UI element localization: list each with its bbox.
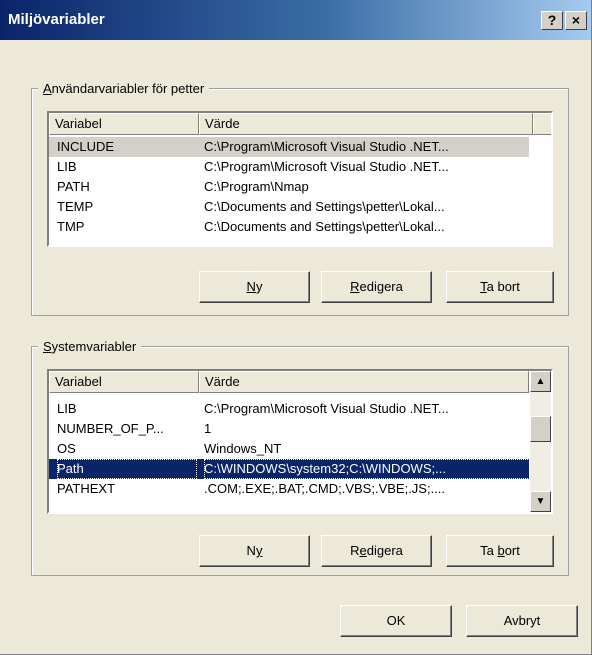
- list-item-selected[interactable]: Path C:\WINDOWS\system32;C:\WINDOWS;...: [49, 459, 534, 479]
- help-button[interactable]: ?: [541, 11, 563, 30]
- user-variables-list[interactable]: Variabel Värde INCLUDE C:\Program\Microso…: [47, 111, 553, 247]
- list-item[interactable]: OS Windows_NT: [49, 439, 529, 459]
- system-variables-legend: Systemvariabler: [38, 338, 142, 355]
- list-item[interactable]: NUMBER_OF_P... 1: [49, 419, 529, 439]
- column-header-variable[interactable]: Variabel: [49, 371, 199, 393]
- column-header-value[interactable]: Värde: [199, 113, 533, 135]
- close-button[interactable]: ×: [565, 11, 587, 30]
- ok-button[interactable]: OK: [340, 605, 452, 637]
- environment-variables-dialog: Miljövariabler ? × Användarvariabler för…: [0, 0, 592, 655]
- close-icon: ×: [571, 12, 581, 28]
- system-delete-button[interactable]: Ta bort: [446, 535, 554, 567]
- arrow-down-icon: ▼: [535, 496, 546, 507]
- list-item[interactable]: LIB C:\Program\Microsoft Visual Studio .N…: [49, 157, 529, 177]
- column-header-variable[interactable]: Variabel: [49, 113, 199, 135]
- list-item[interactable]: PATH C:\Program\Nmap: [49, 177, 529, 197]
- window-title: Miljövariabler: [8, 11, 105, 28]
- title-bar[interactable]: Miljövariabler ? ×: [0, 0, 591, 40]
- column-header-filler: [533, 113, 551, 135]
- system-edit-button[interactable]: Redigera: [321, 535, 432, 567]
- list-item[interactable]: LIB C:\Program\Microsoft Visual Studio .N…: [49, 399, 529, 419]
- list-item[interactable]: PATHEXT .COM;.EXE;.BAT;.CMD;.VBS;.VBE;.JS…: [49, 479, 529, 499]
- user-new-button[interactable]: Ny: [199, 271, 310, 303]
- scroll-thumb[interactable]: [530, 416, 551, 442]
- scroll-down-button[interactable]: ▼: [530, 491, 551, 512]
- vertical-scrollbar[interactable]: ▲ ▼: [530, 371, 551, 512]
- user-delete-button[interactable]: Ta bort: [446, 271, 554, 303]
- system-new-button[interactable]: Ny: [199, 535, 310, 567]
- user-edit-button[interactable]: Redigera: [321, 271, 432, 303]
- user-variables-legend: Användarvariabler för petter: [38, 80, 210, 97]
- user-variables-group: Användarvariabler för petter Variabel Vä…: [31, 80, 569, 316]
- list-item[interactable]: INCLUDE C:\Program\Microsoft Visual Studi…: [49, 137, 529, 157]
- arrow-up-icon: ▲: [535, 376, 546, 387]
- list-item[interactable]: TMP C:\Documents and Settings\petter\Loka…: [49, 217, 529, 237]
- list-item[interactable]: TEMP C:\Documents and Settings\petter\Lok…: [49, 197, 529, 217]
- system-variables-list[interactable]: Variabel Värde LIB C:\Program\Microsoft V…: [47, 369, 553, 514]
- help-icon: ?: [547, 12, 557, 28]
- cancel-button[interactable]: Avbryt: [466, 605, 578, 637]
- system-variables-group: Systemvariabler Variabel Värde LIB C:\Pro…: [31, 338, 569, 576]
- column-header-value[interactable]: Värde: [199, 371, 529, 393]
- scroll-up-button[interactable]: ▲: [530, 371, 551, 392]
